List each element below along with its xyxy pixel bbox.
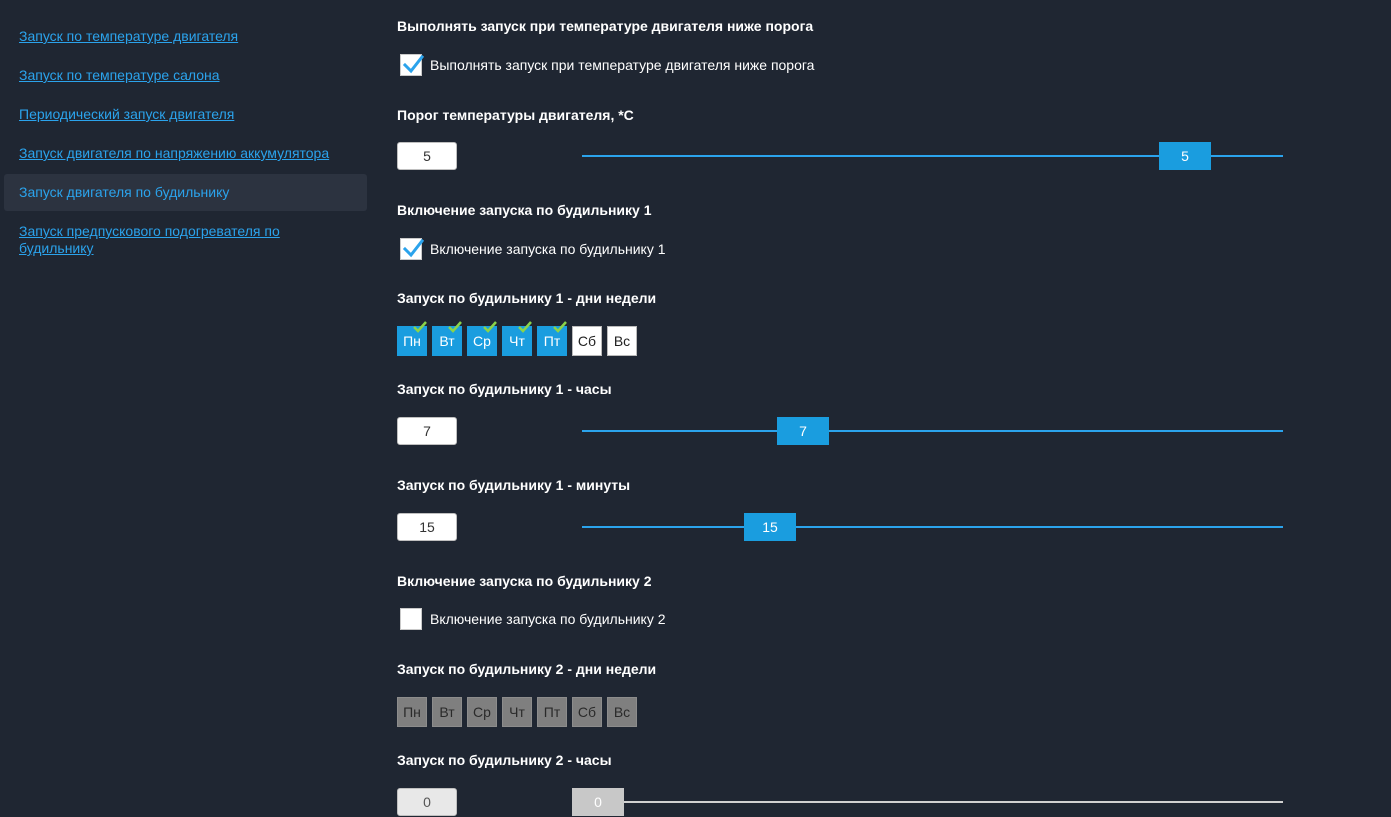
alarm1-hours-input[interactable]: 7 <box>397 417 457 445</box>
alarm2-day-thu[interactable]: Чт <box>502 697 532 727</box>
sidebar-item-alarm-start[interactable]: Запуск двигателя по будильнику <box>4 174 367 211</box>
alarm1-day-mon[interactable]: Пн <box>397 321 427 356</box>
alarm2-enable-checkbox-row[interactable]: Включение запуска по будильнику 2 <box>400 608 666 630</box>
day-label: Ср <box>473 333 491 349</box>
checkmark-icon <box>402 54 424 74</box>
alarm2-day-wed[interactable]: Ср <box>467 697 497 727</box>
alarm1-day-fri[interactable]: Пт <box>537 321 567 356</box>
alarm1-enable-checkbox-label: Включение запуска по будильнику 1 <box>430 241 666 257</box>
engine-threshold-title: Порог температуры двигателя, *С <box>397 107 634 123</box>
alarm1-day-sun[interactable]: Вс <box>607 326 637 356</box>
check-tick-icon <box>448 321 462 333</box>
sidebar-item-preheater-alarm[interactable]: Запуск предпускового подогревателя по бу… <box>4 223 344 257</box>
engine-threshold-slider[interactable]: 5 <box>582 142 1283 170</box>
sidebar: Запуск по температуре двигателя Запуск п… <box>0 0 370 817</box>
alarm1-minutes-slider-track[interactable] <box>582 526 1283 528</box>
alarm1-days-title: Запуск по будильнику 1 - дни недели <box>397 290 657 306</box>
alarm1-enable-title: Включение запуска по будильнику 1 <box>397 202 652 218</box>
below-threshold-checkbox-label: Выполнять запуск при температуре двигате… <box>430 57 815 73</box>
alarm2-days-title: Запуск по будильнику 2 - дни недели <box>397 661 657 677</box>
alarm1-enable-checkbox-row[interactable]: Включение запуска по будильнику 1 <box>400 238 666 260</box>
alarm1-hours-title: Запуск по будильнику 1 - часы <box>397 381 612 397</box>
alarm2-days-group: Пн Вт Ср Чт Пт Сб Вс <box>397 697 642 727</box>
engine-threshold-input[interactable]: 5 <box>397 142 457 170</box>
alarm2-day-tue[interactable]: Вт <box>432 697 462 727</box>
settings-content: Выполнять запуск при температуре двигате… <box>397 0 1357 817</box>
check-tick-icon <box>553 321 567 333</box>
sidebar-item-periodic-start[interactable]: Периодический запуск двигателя <box>4 106 367 123</box>
alarm1-day-wed[interactable]: Ср <box>467 321 497 356</box>
alarm1-hours-slider-handle[interactable]: 7 <box>777 417 829 445</box>
alarm2-day-sat[interactable]: Сб <box>572 697 602 727</box>
alarm1-enable-checkbox[interactable] <box>400 238 424 260</box>
day-label: Пт <box>543 333 561 349</box>
alarm2-hours-input[interactable]: 0 <box>397 788 457 816</box>
checkmark-icon <box>402 238 424 258</box>
day-label: Пн <box>403 333 421 349</box>
alarm2-enable-title: Включение запуска по будильнику 2 <box>397 573 652 589</box>
alarm2-day-fri[interactable]: Пт <box>537 697 567 727</box>
alarm2-day-mon[interactable]: Пн <box>397 697 427 727</box>
alarm2-hours-slider[interactable]: 0 <box>572 788 1283 816</box>
alarm1-days-group: Пн Вт Ср Чт Пт Сб Вс <box>397 321 642 356</box>
below-threshold-title: Выполнять запуск при температуре двигате… <box>397 18 814 34</box>
alarm1-hours-slider-track[interactable] <box>582 430 1283 432</box>
alarm2-hours-slider-handle[interactable]: 0 <box>572 788 624 816</box>
alarm1-minutes-slider-handle[interactable]: 15 <box>744 513 796 541</box>
alarm1-minutes-slider[interactable]: 15 <box>582 513 1283 541</box>
below-threshold-checkbox-row[interactable]: Выполнять запуск при температуре двигате… <box>400 54 814 76</box>
below-threshold-checkbox[interactable] <box>400 54 424 76</box>
alarm1-day-sat[interactable]: Сб <box>572 326 602 356</box>
alarm2-hours-title: Запуск по будильнику 2 - часы <box>397 752 612 768</box>
check-tick-icon <box>483 321 497 333</box>
settings-page: Запуск по температуре двигателя Запуск п… <box>0 0 1391 817</box>
alarm1-day-tue[interactable]: Вт <box>432 321 462 356</box>
alarm2-enable-checkbox[interactable] <box>400 608 422 630</box>
engine-threshold-slider-handle[interactable]: 5 <box>1159 142 1211 170</box>
alarm2-hours-slider-track[interactable] <box>572 801 1283 803</box>
sidebar-item-battery-voltage[interactable]: Запуск двигателя по напряжению аккумулят… <box>4 145 367 162</box>
check-tick-icon <box>413 321 427 333</box>
alarm1-day-thu[interactable]: Чт <box>502 321 532 356</box>
alarm1-hours-slider[interactable]: 7 <box>582 417 1283 445</box>
alarm2-day-sun[interactable]: Вс <box>607 697 637 727</box>
check-tick-icon <box>518 321 532 333</box>
alarm1-minutes-input[interactable]: 15 <box>397 513 457 541</box>
day-label: Чт <box>509 333 525 349</box>
sidebar-item-cabin-temperature[interactable]: Запуск по температуре салона <box>4 67 367 84</box>
day-label: Вт <box>439 333 455 349</box>
alarm2-enable-checkbox-label: Включение запуска по будильнику 2 <box>430 611 666 627</box>
sidebar-item-engine-temperature[interactable]: Запуск по температуре двигателя <box>4 28 367 45</box>
alarm1-minutes-title: Запуск по будильнику 1 - минуты <box>397 477 631 493</box>
